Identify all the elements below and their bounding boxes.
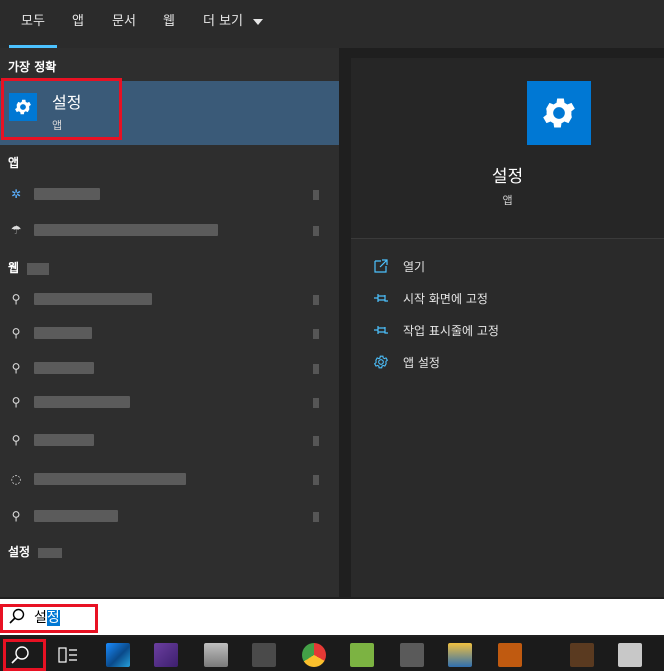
tab-all[interactable]: 모두 (9, 0, 57, 48)
settings-header: 설정 (8, 543, 63, 560)
taskbar-app-icon[interactable] (570, 643, 594, 667)
list-item[interactable]: ⚲ (0, 352, 339, 384)
pin-icon (373, 322, 389, 338)
pin-to-taskbar-action[interactable]: 작업 표시줄에 고정 (373, 318, 653, 342)
list-item[interactable]: ☂ (0, 214, 339, 246)
list-item[interactable]: ⚲ (0, 424, 339, 456)
search-icon: ⚲ (11, 361, 21, 375)
tab-more[interactable]: 더 보기 (203, 0, 264, 48)
gear-icon (527, 81, 591, 145)
list-item[interactable]: ⚲ (0, 386, 339, 418)
gear-icon (373, 354, 389, 370)
open-icon (373, 258, 389, 274)
details-subtitle: 앱 (502, 194, 513, 207)
search-input[interactable]: 설정 (0, 599, 664, 635)
search-icon: ⚲ (11, 326, 21, 340)
pin-to-taskbar-label: 작업 표시줄에 고정 (403, 324, 499, 338)
list-item[interactable]: ⚲ (0, 317, 339, 349)
blurred-text (38, 547, 63, 558)
blurred-text (34, 362, 94, 374)
blurred-text (34, 327, 92, 339)
chevron-right-icon (313, 329, 319, 339)
chat-icon: ◌ (10, 472, 22, 486)
search-icon: ⚲ (11, 509, 21, 523)
details-header: 설정 앱 (351, 58, 664, 239)
blurred-text (34, 510, 118, 522)
search-icon: ⚲ (11, 433, 21, 447)
details-pane: 설정 앱 열기 시작 화면에 고정 작업 표시줄에 고정 앱 설정 (351, 58, 664, 597)
taskbar-app-icon[interactable] (302, 643, 326, 667)
details-title: 설정 (491, 167, 524, 187)
chevron-right-icon (313, 295, 319, 305)
chevron-right-icon (313, 436, 319, 446)
taskbar-app-icon[interactable] (618, 643, 642, 667)
blurred-text (27, 262, 50, 275)
taskbar-app-icon[interactable] (498, 643, 522, 667)
taskbar-app-icon[interactable] (106, 643, 130, 667)
chevron-right-icon (313, 398, 319, 408)
taskbar-app-icon[interactable] (400, 643, 424, 667)
chevron-right-icon (313, 364, 319, 374)
pin-to-start-label: 시작 화면에 고정 (403, 292, 488, 306)
tab-documents[interactable]: 문서 (112, 0, 136, 48)
app-settings-action[interactable]: 앱 설정 (373, 350, 653, 374)
app-icon: ✲ (10, 187, 22, 201)
search-icon: ⚲ (11, 292, 21, 306)
web-header-label: 웹 (8, 261, 20, 275)
apps-header: 앱 (8, 156, 20, 170)
taskbar-app-icon[interactable] (154, 643, 178, 667)
chevron-right-icon (313, 475, 319, 485)
search-filter-bar: 모두 앱 문서 웹 더 보기 (0, 0, 664, 48)
highlight-box (1, 78, 122, 140)
settings-header-label: 설정 (8, 545, 31, 559)
blurred-text (34, 473, 186, 485)
tab-more-label: 더 보기 (203, 14, 244, 29)
highlight-box (3, 639, 46, 671)
chevron-right-icon (313, 512, 319, 522)
pin-icon (373, 290, 389, 306)
taskbar (0, 637, 664, 671)
blurred-text (34, 434, 94, 446)
blurred-text (34, 293, 152, 305)
web-header: 웹 (8, 259, 50, 276)
blurred-text (34, 188, 100, 200)
list-item[interactable]: ✲ (0, 178, 339, 210)
list-item[interactable]: ⚲ (0, 283, 339, 315)
task-view-icon[interactable] (56, 643, 80, 667)
best-match-header: 가장 정확 (8, 60, 57, 74)
blurred-text (34, 224, 218, 236)
search-icon: ⚲ (11, 395, 21, 409)
tab-apps[interactable]: 앱 (72, 0, 84, 48)
highlight-box (0, 604, 98, 633)
tab-web[interactable]: 웹 (163, 0, 175, 48)
list-item[interactable]: ◌ (0, 463, 339, 495)
open-action[interactable]: 열기 (373, 254, 653, 278)
chevron-right-icon (313, 226, 319, 236)
app-settings-label: 앱 설정 (403, 356, 440, 370)
list-item[interactable]: ⚲ (0, 500, 339, 532)
chevron-right-icon (313, 190, 319, 200)
taskbar-app-icon[interactable] (350, 643, 374, 667)
results-list: 가장 정확 설정 앱 앱 ✲ ☂ 웹 ⚲ ⚲ ⚲ ⚲ ⚲ ◌ ⚲ 설정 (0, 48, 339, 597)
app-icon: ☂ (10, 223, 22, 237)
blurred-text (34, 396, 130, 408)
open-label: 열기 (403, 260, 426, 274)
taskbar-app-icon[interactable] (448, 643, 472, 667)
taskbar-app-icon[interactable] (252, 643, 276, 667)
taskbar-app-icon[interactable] (204, 643, 228, 667)
chevron-down-icon (253, 18, 264, 25)
pin-to-start-action[interactable]: 시작 화면에 고정 (373, 286, 653, 310)
